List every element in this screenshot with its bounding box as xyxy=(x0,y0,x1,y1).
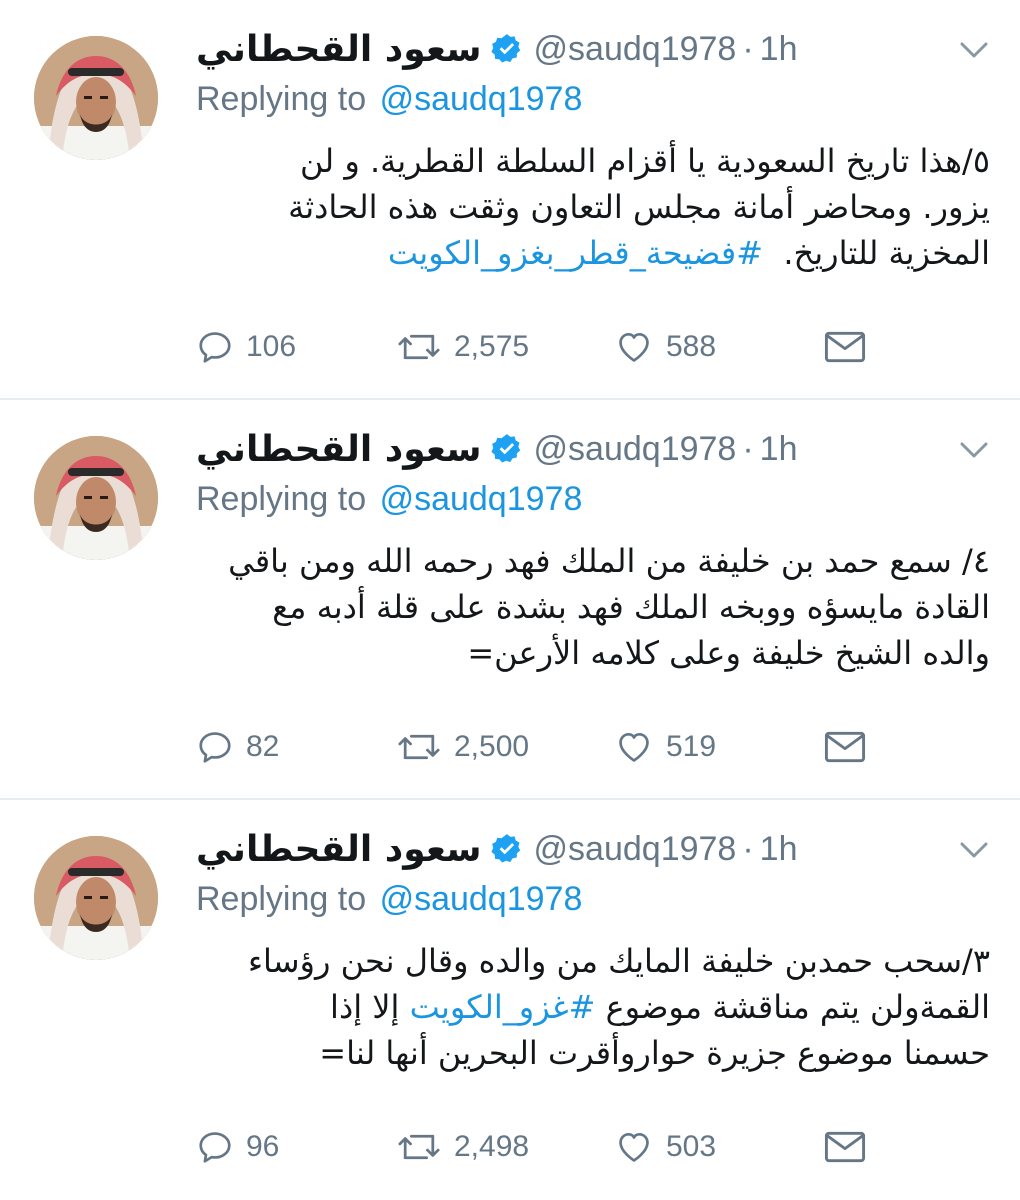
hashtag-link[interactable]: #فضيحة_قطر_بغزو_الكويت xyxy=(388,234,763,272)
chevron-down-icon[interactable] xyxy=(958,38,990,62)
tweet-text-segment: المخزية للتاريخ. xyxy=(783,234,990,272)
like-button[interactable]: 503 xyxy=(614,1122,716,1172)
tweet-text-segment: القمةولن يتم مناقشة موضوع xyxy=(605,988,990,1026)
replying-to-handle[interactable]: @saudq1978 xyxy=(380,80,583,118)
reply-icon xyxy=(199,732,231,763)
tweet-text: ٥/هذا تاريخ السعودية يا أقزام السلطة الق… xyxy=(196,138,990,276)
like-count: 503 xyxy=(666,1130,717,1163)
tweet-text-line: القادة مايسؤه ووبخه الملك فهد بشدة على ق… xyxy=(272,588,990,626)
separator-dot: · xyxy=(742,429,754,468)
reply-count: 106 xyxy=(246,330,297,363)
reply-count: 96 xyxy=(246,1130,280,1163)
direct-message-icon xyxy=(824,1131,866,1163)
author-name[interactable]: سعود القحطاني xyxy=(196,29,482,70)
retweet-button[interactable]: 2,498 xyxy=(396,1122,529,1172)
tweet[interactable]: سعود القحطاني @saudq1978 · 1h Replying t… xyxy=(0,400,1020,798)
timestamp[interactable]: 1h xyxy=(760,830,798,869)
replying-to: Replying to @saudq1978 xyxy=(196,80,582,126)
retweet-count: 2,498 xyxy=(454,1130,530,1163)
like-icon xyxy=(619,1132,649,1162)
direct-message-button[interactable] xyxy=(824,1122,866,1172)
tweet-text: ٤/ سمع حمد بن خليفة من الملك فهد رحمه ال… xyxy=(196,538,990,676)
like-button[interactable]: 519 xyxy=(614,722,716,772)
like-count: 588 xyxy=(666,330,717,363)
author-handle[interactable]: @saudq1978 xyxy=(534,30,737,69)
retweet-icon xyxy=(398,734,440,760)
replying-to-label: Replying to xyxy=(196,880,367,918)
replying-to-label: Replying to xyxy=(196,80,367,118)
reply-button[interactable]: 82 xyxy=(196,722,279,772)
avatar[interactable] xyxy=(34,36,158,160)
author-handle[interactable]: @saudq1978 xyxy=(534,830,737,869)
tweet[interactable]: سعود القحطاني @saudq1978 · 1h Replying t… xyxy=(0,800,1020,1198)
like-button[interactable]: 588 xyxy=(614,322,716,372)
reply-button[interactable]: 106 xyxy=(196,322,296,372)
direct-message-button[interactable] xyxy=(824,722,866,772)
like-count: 519 xyxy=(666,730,717,763)
tweet-text-segment: إلا إذا xyxy=(330,988,400,1026)
verified-badge-icon xyxy=(490,434,520,463)
tweet-text-line: حسمنا موضوع جزيرة حواروأقرت البحرين أنها… xyxy=(319,1034,990,1072)
tweet-text: ٣/سحب حمدبن خليفة المايك من والده وقال ن… xyxy=(196,938,990,1076)
verified-badge-icon xyxy=(490,834,520,863)
verified-badge-icon xyxy=(490,34,520,63)
retweet-button[interactable]: 2,575 xyxy=(396,322,529,372)
hashtag-link[interactable]: #غزو_الكويت xyxy=(410,988,596,1026)
author-name[interactable]: سعود القحطاني xyxy=(196,429,482,470)
timestamp[interactable]: 1h xyxy=(760,430,798,469)
tweet-actions: 82 2,500 519 xyxy=(196,722,896,772)
retweet-icon xyxy=(398,334,440,360)
retweet-button[interactable]: 2,500 xyxy=(396,722,529,772)
timestamp[interactable]: 1h xyxy=(760,30,798,69)
tweet-text-line: القمةولن يتم مناقشة موضوع #غزو_الكويت إل… xyxy=(196,984,990,1030)
author-handle[interactable]: @saudq1978 xyxy=(534,430,737,469)
author-name[interactable]: سعود القحطاني xyxy=(196,829,482,870)
retweet-icon xyxy=(398,1134,440,1160)
retweet-count: 2,575 xyxy=(454,330,530,363)
tweet-text-line: والده الشيخ خليفة وعلى كلامه الأرعن= xyxy=(467,634,990,672)
replying-to-handle[interactable]: @saudq1978 xyxy=(380,480,583,518)
like-icon xyxy=(619,332,649,362)
tweet[interactable]: سعود القحطاني @saudq1978 · 1h Replying t… xyxy=(0,0,1020,398)
like-icon xyxy=(619,732,649,762)
tweet-text-line: ٥/هذا تاريخ السعودية يا أقزام السلطة الق… xyxy=(300,142,990,180)
chevron-down-icon[interactable] xyxy=(958,438,990,462)
reply-count: 82 xyxy=(246,730,280,763)
tweet-text-line: ٤/ سمع حمد بن خليفة من الملك فهد رحمه ال… xyxy=(228,542,990,580)
separator-dot: · xyxy=(742,29,754,68)
chevron-down-icon[interactable] xyxy=(958,838,990,862)
tweet-text-line: المخزية للتاريخ. #فضيحة_قطر_بغزو_الكويت xyxy=(196,230,990,276)
replying-to: Replying to @saudq1978 xyxy=(196,880,582,926)
reply-icon xyxy=(199,332,231,363)
tweet-actions: 106 2,575 588 xyxy=(196,322,896,372)
tweet-text-line: يزور. ومحاضر أمانة مجلس التعاون وثقت هذه… xyxy=(288,188,990,226)
direct-message-button[interactable] xyxy=(824,322,866,372)
direct-message-icon xyxy=(824,331,866,363)
tweet-actions: 96 2,498 503 xyxy=(196,1122,896,1172)
replying-to: Replying to @saudq1978 xyxy=(196,480,582,526)
reply-icon xyxy=(199,1132,231,1163)
retweet-count: 2,500 xyxy=(454,730,530,763)
replying-to-handle[interactable]: @saudq1978 xyxy=(380,880,583,918)
reply-button[interactable]: 96 xyxy=(196,1122,279,1172)
direct-message-icon xyxy=(824,731,866,763)
separator-dot: · xyxy=(742,829,754,868)
avatar[interactable] xyxy=(34,836,158,960)
avatar[interactable] xyxy=(34,436,158,560)
tweet-text-line: ٣/سحب حمدبن خليفة المايك من والده وقال ن… xyxy=(247,942,990,980)
replying-to-label: Replying to xyxy=(196,480,367,518)
